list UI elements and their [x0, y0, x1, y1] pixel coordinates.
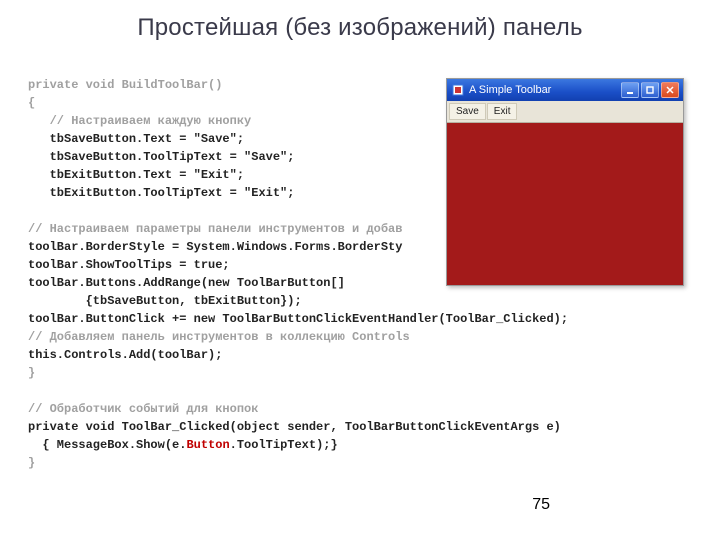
code-line: private void BuildToolBar()	[28, 78, 222, 92]
code-line: toolBar.ButtonClick += new ToolBarButton…	[28, 312, 568, 326]
code-line-part: { MessageBox.Show(e.	[28, 438, 186, 452]
code-line: private void ToolBar_Clicked(object send…	[28, 420, 561, 434]
code-line: {tbSaveButton, tbExitButton});	[28, 294, 302, 308]
code-line: tbExitButton.ToolTipText = "Exit";	[28, 186, 294, 200]
slide-title: Простейшая (без изображений) панель	[0, 0, 720, 42]
app-icon	[451, 83, 465, 97]
demo-window: A Simple Toolbar Save Exit	[446, 78, 684, 286]
code-line: tbExitButton.Text = "Exit";	[28, 168, 244, 182]
close-button[interactable]	[661, 82, 679, 98]
maximize-button[interactable]	[641, 82, 659, 98]
page-number: 75	[532, 496, 550, 514]
code-line: tbSaveButton.ToolTipText = "Save";	[28, 150, 294, 164]
code-comment: // Настраиваем параметры панели инструме…	[28, 222, 402, 236]
code-highlight: Button	[186, 438, 229, 452]
window-caption-buttons	[621, 82, 679, 98]
window-toolbar: Save Exit	[447, 101, 683, 123]
code-line: toolBar.ShowToolTips = true;	[28, 258, 230, 272]
code-line: toolBar.Buttons.AddRange(new ToolBarButt…	[28, 276, 345, 290]
window-client-area	[447, 123, 683, 285]
window-title: A Simple Toolbar	[469, 84, 621, 96]
code-comment: // Настраиваем каждую кнопку	[28, 114, 251, 128]
code-line: this.Controls.Add(toolBar);	[28, 348, 222, 362]
code-line: toolBar.BorderStyle = System.Windows.For…	[28, 240, 402, 254]
code-comment: // Добавляем панель инструментов в колле…	[28, 330, 410, 344]
code-line: }	[28, 456, 35, 470]
window-titlebar[interactable]: A Simple Toolbar	[447, 79, 683, 101]
code-line: }	[28, 366, 35, 380]
code-line-part: .ToolTipText);}	[230, 438, 338, 452]
code-comment: // Обработчик событий для кнопок	[28, 402, 258, 416]
toolbar-save-button[interactable]: Save	[449, 103, 486, 120]
code-line: tbSaveButton.Text = "Save";	[28, 132, 244, 146]
toolbar-exit-button[interactable]: Exit	[487, 103, 518, 120]
code-line: {	[28, 96, 35, 110]
minimize-button[interactable]	[621, 82, 639, 98]
